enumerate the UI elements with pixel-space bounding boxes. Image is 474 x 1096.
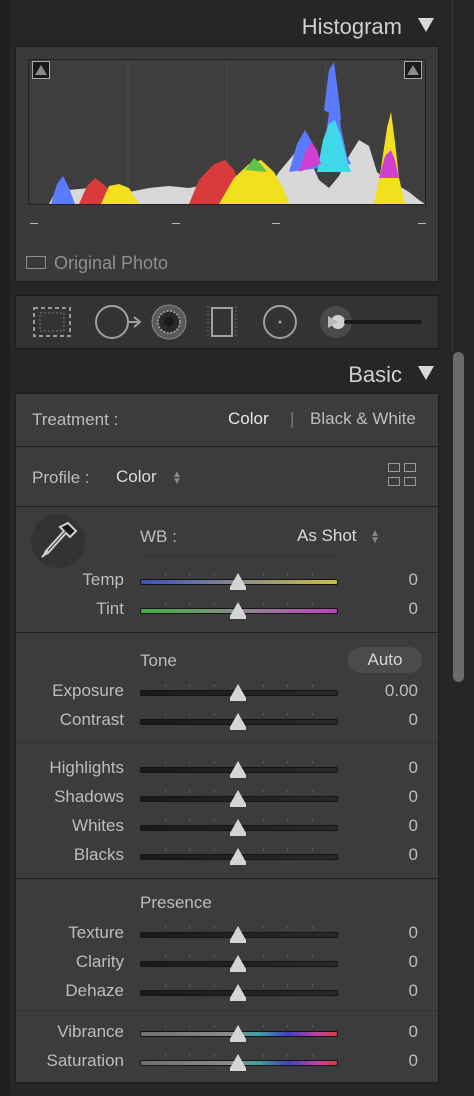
presence-label: Presence [140,893,212,912]
profile-select[interactable]: Color [116,467,157,487]
treatment-bw-button[interactable]: Black & White [310,409,416,429]
shadows-slider-thumb[interactable] [230,790,246,807]
wb-section: WB : As Shot ▲ ▼ Temp 0 Tint 0 [16,506,438,632]
vibrance-value[interactable]: 0 [358,1022,418,1042]
temp-label: Temp [82,570,124,589]
updown-arrows-icon[interactable]: ▲ ▼ [370,529,380,546]
contrast-label: Contrast [59,710,124,729]
histogram-title: Histogram [301,14,402,39]
profile-row: Profile : Color ▲ ▼ [16,446,438,506]
tint-value[interactable]: 0 [358,599,418,619]
contrast-value[interactable]: 0 [358,710,418,730]
original-photo-label: Original Photo [54,253,169,273]
color-presence-section: Vibrance 0 Saturation 0 [16,1010,438,1082]
blacks-value[interactable]: 0 [358,845,418,865]
tool-strip-icons [33,304,422,340]
tint-label: Tint [96,599,124,618]
presence-section: Presence Texture 0 Clarity 0 Dehaze 0 [16,878,438,1010]
wb-label: WB : [140,527,177,546]
histogram-info-ticks [30,223,426,229]
clarity-slider-thumb[interactable] [230,955,246,972]
treatment-color-button[interactable]: Color [228,409,269,429]
original-photo-toggle[interactable]: Original Photo [26,253,168,274]
saturation-value[interactable]: 0 [358,1051,418,1071]
dehaze-value[interactable]: 0 [358,981,418,1001]
graduated-filter-icon[interactable] [207,306,237,338]
treatment-label: Treatment : [32,410,119,429]
tone-section: Tone Auto Exposure 0.00 Contrast 0 [16,632,438,742]
histogram-panel: Original Photo [15,46,439,282]
left-edge [0,0,10,1096]
basic-panel: Treatment : Color | Black & White Profil… [15,393,439,1083]
temp-slider-thumb[interactable] [230,573,246,590]
texture-value[interactable]: 0 [358,923,418,943]
vibrance-label: Vibrance [57,1022,124,1041]
basic-header[interactable]: Basic [10,354,440,394]
shadow-clipping-button[interactable] [32,61,50,79]
texture-slider-thumb[interactable] [230,926,246,943]
clarity-value[interactable]: 0 [358,952,418,972]
basic-title: Basic [348,362,402,387]
adjustment-brush-icon[interactable] [320,306,422,338]
tone-label: Tone [140,651,177,670]
collapse-triangle-icon[interactable] [418,366,434,380]
temp-value[interactable]: 0 [358,570,418,590]
exposure-value[interactable]: 0.00 [358,681,418,701]
dehaze-slider-thumb[interactable] [230,984,246,1001]
histogram-plot [28,59,426,205]
whites-value[interactable]: 0 [358,816,418,836]
crop-overlay-icon[interactable] [33,307,71,337]
treatment-separator: | [290,409,295,428]
tint-slider-thumb[interactable] [230,602,246,619]
highlight-clipping-button[interactable] [404,61,422,79]
whites-label: Whites [72,816,124,835]
whites-slider-thumb[interactable] [230,819,246,836]
saturation-label: Saturation [46,1051,125,1070]
radial-filter-icon[interactable] [263,305,297,339]
clarity-label: Clarity [75,952,124,971]
scrollbar-divider [452,0,453,350]
scrollbar-thumb[interactable] [453,352,464,682]
profile-browser-icon[interactable] [388,463,418,489]
texture-label: Texture [68,923,124,942]
blacks-slider-thumb[interactable] [230,848,246,865]
wb-underline [140,555,336,556]
profile-label: Profile : [32,468,90,487]
histogram-graph [49,60,425,204]
highlights-slider-thumb[interactable] [230,761,246,778]
spot-removal-icon[interactable] [95,305,142,339]
dehaze-label: Dehaze [65,981,124,1000]
eyedropper-icon[interactable] [30,513,86,569]
highlights-value[interactable]: 0 [358,758,418,778]
tool-strip [15,295,439,349]
treatment-row: Treatment : Color | Black & White [16,394,438,446]
vibrance-slider-thumb[interactable] [230,1025,246,1042]
auto-tone-button[interactable]: Auto [348,647,422,673]
updown-arrows-icon[interactable]: ▲ ▼ [172,470,182,487]
original-photo-checkbox[interactable] [26,255,46,269]
histogram-header[interactable]: Histogram [10,6,440,46]
exposure-slider-thumb[interactable] [230,684,246,701]
collapse-triangle-icon[interactable] [418,18,434,32]
contrast-slider-thumb[interactable] [230,713,246,730]
red-eye-icon[interactable] [151,304,187,340]
tone-detail-section: Highlights 0 Shadows 0 Whites 0 Blacks 0 [16,742,438,878]
shadows-value[interactable]: 0 [358,787,418,807]
shadows-label: Shadows [54,787,124,806]
blacks-label: Blacks [73,845,124,864]
highlights-label: Highlights [49,758,124,777]
wb-select[interactable]: As Shot [297,526,357,546]
saturation-slider-thumb[interactable] [230,1054,246,1071]
exposure-label: Exposure [52,681,124,700]
